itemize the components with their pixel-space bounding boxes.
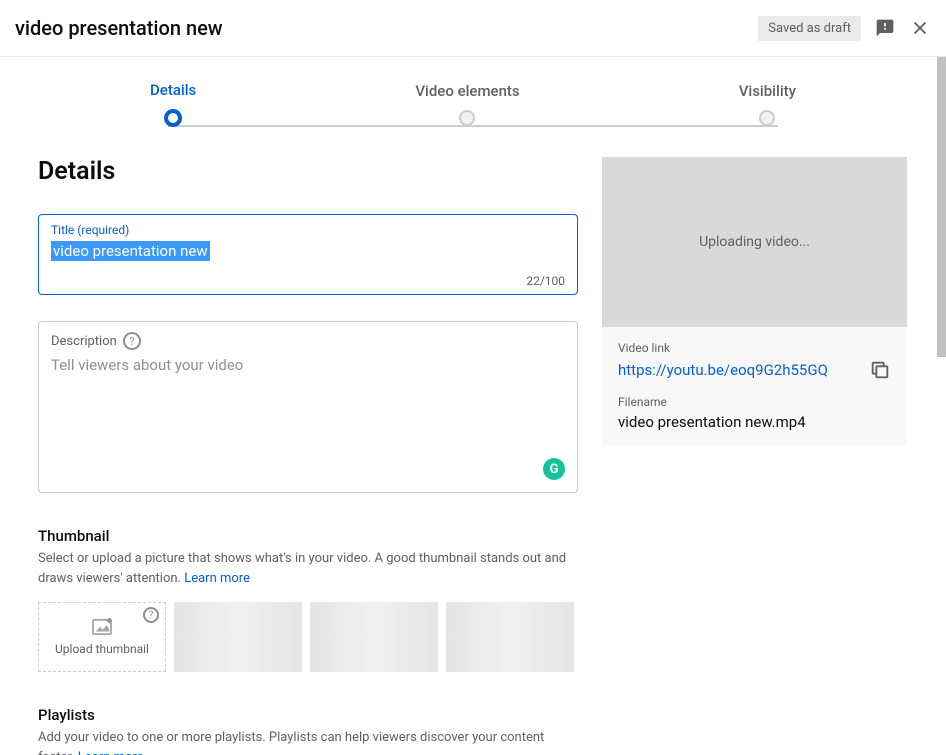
description-label: Description	[51, 334, 117, 349]
scrollbar[interactable]	[937, 57, 946, 357]
step-visibility-label: Visibility	[739, 82, 796, 100]
thumbnail-placeholder[interactable]	[310, 602, 438, 672]
step-details-circle	[164, 109, 182, 127]
video-info-box: Video link https://youtu.be/eoq9G2h55GQ …	[602, 327, 907, 445]
upload-stepper: Details Video elements Visibility	[0, 57, 946, 127]
thumbnail-learn-more[interactable]: Learn more	[184, 571, 250, 586]
thumbnail-section: Thumbnail Select or upload a picture tha…	[38, 527, 578, 672]
title-input-field[interactable]: Title (required) video presentation new …	[38, 214, 578, 295]
step-video-elements-label: Video elements	[415, 82, 519, 100]
video-link-label: Video link	[618, 341, 891, 355]
close-icon[interactable]	[909, 17, 931, 39]
content-area: Details Title (required) video presentat…	[0, 127, 946, 755]
step-visibility-circle	[759, 110, 775, 126]
details-heading: Details	[38, 157, 578, 186]
title-char-count: 22/100	[51, 274, 565, 288]
thumbnail-placeholder[interactable]	[174, 602, 302, 672]
thumbnail-placeholder[interactable]	[446, 602, 574, 672]
header-actions: Saved as draft	[758, 16, 931, 41]
grammarly-icon[interactable]: G	[543, 458, 565, 480]
description-input-field[interactable]: Description ? Tell viewers about your vi…	[38, 321, 578, 493]
feedback-icon[interactable]	[875, 18, 895, 38]
video-link-row: https://youtu.be/eoq9G2h55GQ	[618, 359, 891, 381]
step-video-elements[interactable]: Video elements	[415, 82, 519, 126]
upload-status: Uploading video...	[699, 234, 810, 250]
description-label-row: Description ?	[51, 332, 565, 350]
video-link[interactable]: https://youtu.be/eoq9G2h55GQ	[618, 361, 828, 379]
thumbnail-description: Select or upload a picture that shows wh…	[38, 549, 578, 588]
filename-label: Filename	[618, 395, 891, 409]
video-preview: Uploading video...	[602, 157, 907, 327]
thumbnail-desc-text: Select or upload a picture that shows wh…	[38, 551, 566, 586]
step-details[interactable]: Details	[150, 81, 196, 127]
left-column: Details Title (required) video presentat…	[38, 157, 578, 755]
thumbnail-row: ? Upload thumbnail	[38, 602, 578, 672]
image-upload-icon	[91, 618, 113, 636]
filename-value: video presentation new.mp4	[618, 413, 891, 431]
title-value[interactable]: video presentation new	[51, 241, 210, 261]
description-placeholder[interactable]: Tell viewers about your video	[51, 356, 565, 446]
right-column: Uploading video... Video link https://yo…	[602, 157, 907, 755]
copy-icon[interactable]	[869, 359, 891, 381]
help-icon[interactable]: ?	[123, 332, 141, 350]
dialog-header: video presentation new Saved as draft	[0, 0, 946, 57]
step-details-label: Details	[150, 81, 196, 99]
playlists-section: Playlists Add your video to one or more …	[38, 706, 578, 755]
thumbnail-heading: Thumbnail	[38, 527, 578, 545]
playlists-heading: Playlists	[38, 706, 578, 724]
step-visibility[interactable]: Visibility	[739, 82, 796, 126]
title-label: Title (required)	[51, 223, 565, 237]
help-icon[interactable]: ?	[143, 607, 159, 623]
playlists-learn-more[interactable]: Learn more	[78, 750, 144, 755]
dialog-title: video presentation new	[15, 16, 223, 40]
upload-thumbnail-label: Upload thumbnail	[55, 642, 149, 656]
playlists-description: Add your video to one or more playlists.…	[38, 728, 578, 755]
upload-thumbnail-button[interactable]: ? Upload thumbnail	[38, 602, 166, 672]
step-video-elements-circle	[459, 110, 475, 126]
draft-status-badge: Saved as draft	[758, 16, 861, 41]
